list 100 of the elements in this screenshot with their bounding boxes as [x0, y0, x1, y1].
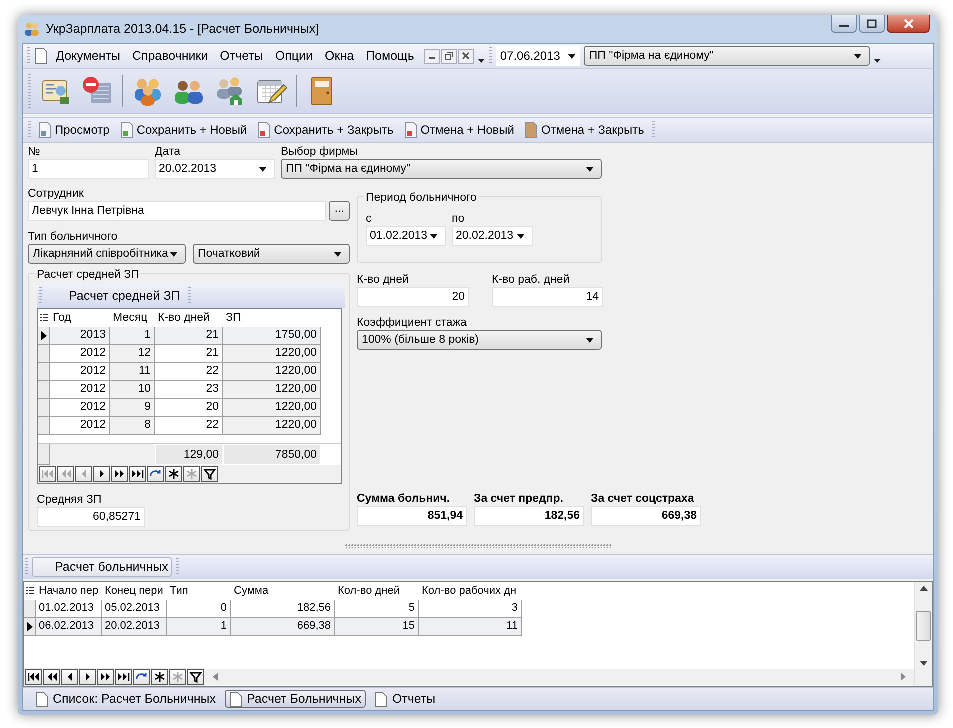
- navigator-button[interactable]: [43, 669, 60, 685]
- type-dropdown[interactable]: Початковий: [193, 244, 350, 264]
- work-days-field[interactable]: 14: [492, 287, 603, 307]
- mdi-restore-button[interactable]: [441, 48, 458, 64]
- table-cell: 10: [110, 381, 155, 399]
- navigator-button[interactable]: [201, 466, 218, 482]
- table-cell: 12: [110, 345, 155, 363]
- navigator-button[interactable]: [151, 669, 168, 685]
- coefficient-dropdown[interactable]: 100% (більше 8 років): [357, 330, 602, 350]
- table-cell: 01.02.2013: [36, 600, 102, 618]
- field-label: Дата: [155, 146, 182, 159]
- days-field[interactable]: 20: [357, 287, 469, 307]
- table-cell: 1750,00: [223, 327, 321, 345]
- table-cell: 1220,00: [223, 381, 321, 399]
- table-cell: 22: [155, 363, 223, 381]
- field-label: с: [366, 213, 373, 226]
- column-chooser-icon[interactable]: [26, 586, 34, 596]
- employee-field[interactable]: Левчук Інна Петрівна: [28, 201, 326, 221]
- sum-field[interactable]: 669,38: [591, 506, 701, 526]
- action-button[interactable]: Просмотр: [36, 122, 113, 138]
- restore-icon: [445, 52, 454, 60]
- type-dropdown[interactable]: Лікарняний співробітника: [28, 244, 186, 264]
- field-label: по: [452, 213, 466, 226]
- scroll-left-icon[interactable]: [213, 673, 218, 681]
- menu-item[interactable]: Документы: [52, 49, 124, 63]
- document-tab[interactable]: Отчеты: [370, 690, 441, 708]
- calculate-button[interactable]: Расчет средней ЗП: [46, 286, 184, 306]
- average-salary-field[interactable]: 60,85271: [37, 507, 145, 527]
- filter-icon: [202, 467, 217, 481]
- navigator-button[interactable]: [111, 466, 128, 482]
- document-icon: [404, 122, 417, 138]
- action-button[interactable]: Отмена + Новый: [402, 122, 518, 138]
- date-picker[interactable]: 01.02.2013: [366, 226, 446, 246]
- date-picker[interactable]: 07.06.2013: [496, 46, 580, 66]
- minimize-button[interactable]: [831, 15, 857, 33]
- last-record-icon: [130, 467, 145, 481]
- table-cell: 2012: [50, 381, 110, 399]
- mdi-minimize-button[interactable]: [424, 48, 440, 64]
- mdi-close-button[interactable]: [458, 48, 474, 64]
- navigator-button[interactable]: [187, 669, 204, 685]
- splitter-grip[interactable]: [345, 544, 611, 548]
- column-chooser-icon[interactable]: [40, 314, 48, 322]
- navigator-button[interactable]: [115, 669, 132, 685]
- menu-item[interactable]: Справочники: [128, 49, 212, 63]
- action-button[interactable]: Сохранить + Новый: [118, 122, 250, 138]
- page-icon: [230, 692, 242, 706]
- date-picker[interactable]: 20.02.2013: [155, 159, 275, 179]
- navigator-button[interactable]: [165, 466, 182, 482]
- table-cell: 1220,00: [223, 345, 321, 363]
- scroll-thumb[interactable]: [916, 611, 931, 641]
- scroll-up-icon[interactable]: [920, 586, 928, 591]
- navigator-button[interactable]: [79, 669, 96, 685]
- firm-dropdown[interactable]: ПП "Фірма на єдиному": [584, 46, 870, 66]
- table-cell: 8: [110, 417, 155, 435]
- navigator-button[interactable]: [133, 669, 150, 685]
- caret-icon: [568, 54, 576, 58]
- close-icon: [462, 52, 470, 60]
- next-page-icon: [98, 670, 113, 684]
- sum-field[interactable]: 851,94: [357, 506, 467, 526]
- menu-item[interactable]: Помощь: [362, 49, 418, 63]
- navigator-button[interactable]: [129, 466, 146, 482]
- table-cell: 11: [419, 618, 522, 636]
- menu-item[interactable]: Опции: [271, 49, 318, 63]
- navigator-button[interactable]: [25, 669, 42, 685]
- navigator-button[interactable]: [97, 669, 114, 685]
- action-button[interactable]: Отмена + Закрыть: [522, 122, 648, 138]
- navigator-button[interactable]: [61, 669, 78, 685]
- number-field[interactable]: 1: [28, 159, 149, 179]
- first-record-icon: [26, 670, 41, 684]
- maximize-button[interactable]: [859, 15, 885, 33]
- field-label: Средняя ЗП: [37, 494, 103, 507]
- navigator-button[interactable]: [147, 466, 164, 482]
- date-picker[interactable]: 20.02.2013: [452, 226, 533, 246]
- document-icon: [525, 122, 538, 138]
- navigator-button[interactable]: [93, 466, 110, 482]
- caret-icon: [517, 234, 525, 238]
- overflow-caret-icon[interactable]: [874, 58, 882, 62]
- sum-field[interactable]: 182,56: [474, 506, 584, 526]
- overflow-caret-icon[interactable]: [478, 58, 486, 62]
- scroll-right-icon[interactable]: [901, 673, 906, 681]
- menu-item[interactable]: Окна: [321, 49, 358, 63]
- menu-item[interactable]: Отчеты: [216, 49, 268, 63]
- field-label: Коэффициент стажа: [357, 317, 468, 330]
- document-tab[interactable]: Расчет Больничных: [225, 690, 366, 708]
- close-button[interactable]: [887, 15, 930, 33]
- caret-icon: [854, 54, 862, 58]
- firm-dropdown[interactable]: ПП "Фірма на єдиному": [281, 159, 602, 179]
- table-cell: 20.02.2013: [102, 618, 167, 636]
- horizontal-scrollbar[interactable]: [205, 669, 914, 685]
- scroll-down-icon[interactable]: [920, 661, 928, 666]
- vertical-scrollbar[interactable]: [914, 582, 932, 686]
- browse-button[interactable]: ...: [329, 201, 350, 221]
- action-button[interactable]: Сохранить + Закрыть: [255, 122, 397, 138]
- window-title: УкрЗарплата 2013.04.15 - [Расчет Больничных]: [46, 22, 320, 36]
- people-icon: [24, 21, 40, 37]
- document-tab[interactable]: Список: Расчет Больничных: [31, 690, 221, 708]
- table-cell: 06.02.2013: [36, 618, 102, 636]
- table-cell: 21: [155, 345, 223, 363]
- field-label: К-во дней: [357, 274, 410, 287]
- calculate-button[interactable]: Расчет больничных: [32, 557, 172, 577]
